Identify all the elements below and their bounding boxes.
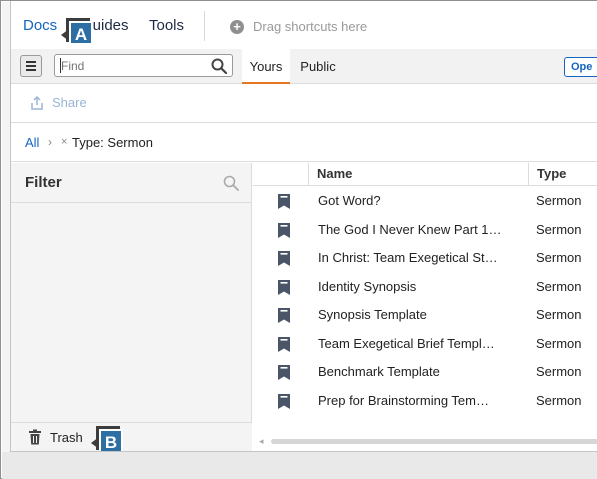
callout-b-pointer: [91, 437, 99, 449]
app-window: Docs Guides Tools + Drag shortcuts here …: [10, 1, 597, 452]
horizontal-scrollbar[interactable]: ◂: [259, 436, 597, 447]
top-nav: Docs Guides Tools + Drag shortcuts here: [11, 1, 597, 49]
row-name: Identity Synopsis: [318, 278, 417, 294]
document-icon: [278, 222, 290, 238]
document-icon: [278, 365, 290, 380]
row-type: Sermon: [536, 335, 582, 351]
trash-item[interactable]: Trash: [11, 422, 252, 451]
bottom-gutter: [2, 452, 597, 479]
tab-yours[interactable]: Yours: [242, 49, 290, 84]
row-name: Got Word?: [318, 193, 381, 208]
row-name: Team Exegetical Brief Templ…: [318, 335, 495, 351]
row-type: Sermon: [536, 278, 582, 294]
table-header: Name Type: [253, 163, 597, 186]
row-name: Benchmark Template: [318, 364, 440, 379]
column-header-name[interactable]: Name: [317, 166, 352, 181]
nav-tab-tools[interactable]: Tools: [149, 17, 184, 34]
hamburger-icon: [26, 61, 36, 63]
screenshot-frame: Docs Guides Tools + Drag shortcuts here …: [0, 0, 597, 479]
find-input[interactable]: [54, 54, 233, 77]
table-row[interactable]: Got Word? Sermon: [253, 187, 597, 215]
left-gutter: [2, 2, 10, 452]
trash-icon: [29, 429, 41, 445]
scroll-left-icon[interactable]: ◂: [259, 436, 264, 447]
search-icon[interactable]: [211, 58, 227, 74]
table-row[interactable]: Benchmark Template Sermon: [253, 358, 597, 386]
document-icon: [278, 194, 290, 209]
callout-badge-b: B: [99, 429, 123, 451]
callout-badge-a: A: [69, 21, 93, 45]
open-button[interactable]: Ope: [564, 57, 597, 77]
breadcrumb-type-filter: Type: Sermon: [72, 135, 153, 150]
table-row[interactable]: Synopsis Template Sermon: [253, 301, 597, 329]
plus-circle-icon: +: [230, 20, 244, 34]
breadcrumb: All › × Type: Sermon: [11, 124, 597, 162]
toolbar: Yours Public Ope: [11, 49, 597, 84]
row-name: Prep for Brainstorming Tem…: [318, 392, 489, 408]
filter-panel: Filter Trash: [11, 163, 252, 451]
chevron-right-icon: ›: [48, 135, 52, 149]
nav-divider: [204, 11, 205, 41]
row-name: In Christ: Team Exegetical St…: [318, 250, 498, 265]
trash-label: Trash: [50, 430, 83, 445]
row-type: Sermon: [536, 250, 582, 265]
document-icon: [278, 279, 290, 295]
row-type: Sermon: [536, 364, 582, 379]
document-icon: [278, 393, 290, 409]
shortcuts-hint: Drag shortcuts here: [253, 19, 368, 34]
hamburger-menu-button[interactable]: [20, 55, 42, 77]
text-caret: [60, 58, 61, 73]
row-type: Sermon: [536, 221, 582, 237]
table-row[interactable]: The God I Never Knew Part 1… Sermon: [253, 216, 597, 244]
filter-header: Filter: [11, 163, 252, 203]
table-row[interactable]: In Christ: Team Exegetical St… Sermon: [253, 244, 597, 272]
documents-table: Name Type Got Word? Sermon The God I Never…: [253, 163, 597, 451]
row-name: Synopsis Template: [318, 307, 427, 322]
filter-title: Filter: [25, 174, 62, 191]
callout-a-pointer: [61, 29, 69, 41]
tab-public[interactable]: Public: [290, 49, 346, 84]
share-icon: [31, 95, 43, 110]
table-row[interactable]: Prep for Brainstorming Tem… Sermon: [253, 387, 597, 415]
scrollbar-thumb[interactable]: [271, 439, 597, 444]
share-row: Share: [11, 85, 597, 123]
document-icon: [278, 336, 290, 352]
document-icon: [278, 308, 290, 323]
row-type: Sermon: [536, 307, 582, 322]
table-row[interactable]: Team Exegetical Brief Templ… Sermon: [253, 330, 597, 358]
row-type: Sermon: [536, 193, 582, 208]
nav-tab-docs[interactable]: Docs: [23, 17, 57, 34]
breadcrumb-all-link[interactable]: All: [25, 135, 39, 150]
row-name: The God I Never Knew Part 1…: [318, 221, 502, 237]
filter-search-icon[interactable]: [223, 175, 239, 191]
document-icon: [278, 251, 290, 266]
remove-filter-icon[interactable]: ×: [61, 136, 67, 148]
column-header-type[interactable]: Type: [537, 166, 566, 181]
row-type: Sermon: [536, 392, 582, 408]
share-button[interactable]: Share: [52, 95, 87, 110]
table-row[interactable]: Identity Synopsis Sermon: [253, 273, 597, 301]
